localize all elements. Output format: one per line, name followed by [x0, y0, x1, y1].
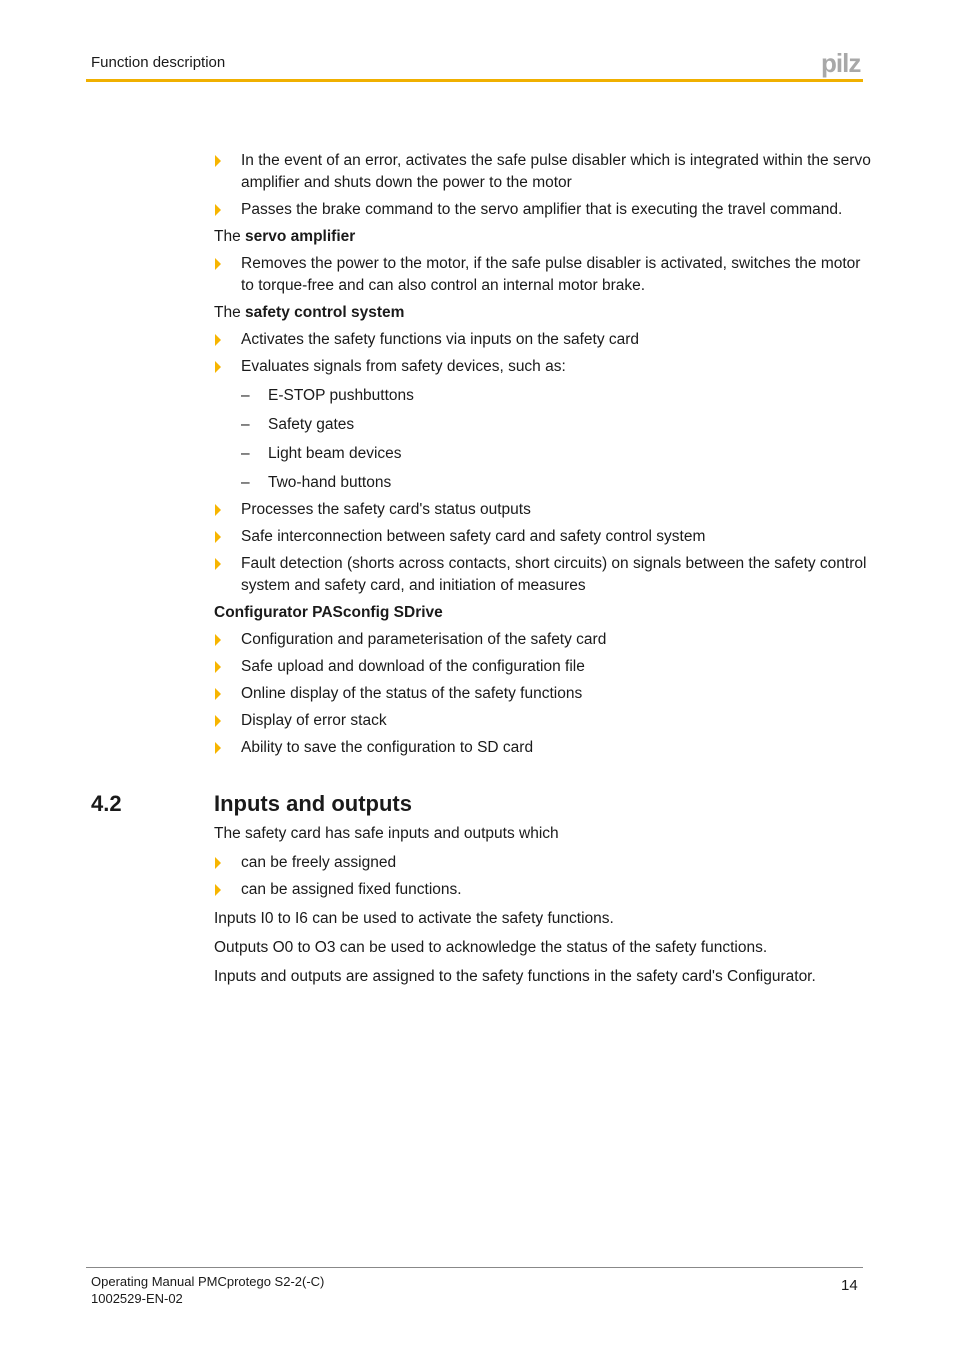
- dash-icon: –: [241, 416, 250, 433]
- header-section-title: Function description: [91, 54, 226, 71]
- bullet-arrow-icon: [215, 884, 221, 896]
- configurator-heading: Configurator PASconfig SDrive: [214, 604, 443, 621]
- list-item: Removes the power to the motor, if the s…: [214, 253, 874, 297]
- list-item: Passes the brake command to the servo am…: [214, 199, 874, 221]
- bullet-arrow-icon: [215, 661, 221, 673]
- list-item: can be assigned fixed functions.: [214, 879, 874, 901]
- header-divider: [86, 79, 863, 82]
- bullet-arrow-icon: [215, 715, 221, 727]
- list-item: can be freely assigned: [214, 852, 874, 874]
- list-item: Processes the safety card's status outpu…: [214, 499, 874, 521]
- paragraph: Inputs and outputs are assigned to the s…: [214, 968, 816, 985]
- dash-icon: –: [241, 474, 250, 491]
- list-item: Display of error stack: [214, 710, 874, 732]
- list-item: In the event of an error, activates the …: [214, 150, 874, 194]
- bullet-arrow-icon: [215, 204, 221, 216]
- manual-title: Operating Manual PMCprotego S2-2(-C): [91, 1274, 325, 1289]
- list-item: Online display of the status of the safe…: [214, 683, 874, 705]
- paragraph: Inputs I0 to I6 can be used to activate …: [214, 910, 614, 927]
- bullet-arrow-icon: [215, 504, 221, 516]
- list-item: Evaluates signals from safety devices, s…: [214, 356, 874, 378]
- section-title: Inputs and outputs: [214, 791, 412, 816]
- dash-icon: –: [241, 387, 250, 404]
- bullet-arrow-icon: [215, 531, 221, 543]
- pilz-logo: pilz: [821, 48, 861, 78]
- footer-divider: [86, 1267, 863, 1268]
- safety-control-heading: The safety control system: [214, 304, 405, 321]
- dash-icon: –: [241, 445, 250, 462]
- page-number: 14: [841, 1277, 858, 1294]
- bullet-arrow-icon: [215, 258, 221, 270]
- main-content: In the event of an error, activates the …: [214, 150, 874, 764]
- paragraph: Outputs O0 to O3 can be used to acknowle…: [214, 939, 768, 956]
- sub-list-item: – Light beam devices: [214, 443, 874, 465]
- footer-info: Operating Manual PMCprotego S2-2(-C) 100…: [91, 1273, 324, 1307]
- section-number: 4.2: [91, 791, 122, 816]
- list-item: Ability to save the configuration to SD …: [214, 737, 874, 759]
- sub-list-item: – E-STOP pushbuttons: [214, 385, 874, 407]
- section-body: The safety card has safe inputs and outp…: [214, 823, 874, 995]
- list-item: Activates the safety functions via input…: [214, 329, 874, 351]
- list-item: Safe upload and download of the configur…: [214, 656, 874, 678]
- bullet-arrow-icon: [215, 334, 221, 346]
- section-intro: The safety card has safe inputs and outp…: [214, 825, 559, 842]
- list-item: Fault detection (shorts across contacts,…: [214, 553, 874, 597]
- sub-list-item: – Two-hand buttons: [214, 472, 874, 494]
- list-item: Safe interconnection between safety card…: [214, 526, 874, 548]
- list-item: Configuration and parameterisation of th…: [214, 629, 874, 651]
- bullet-arrow-icon: [215, 361, 221, 373]
- servo-amplifier-heading: The servo amplifier: [214, 228, 356, 245]
- bullet-arrow-icon: [215, 742, 221, 754]
- bullet-arrow-icon: [215, 558, 221, 570]
- document-number: 1002529-EN-02: [91, 1291, 183, 1306]
- bullet-arrow-icon: [215, 155, 221, 167]
- bullet-arrow-icon: [215, 857, 221, 869]
- sub-list-item: – Safety gates: [214, 414, 874, 436]
- bullet-arrow-icon: [215, 634, 221, 646]
- bullet-arrow-icon: [215, 688, 221, 700]
